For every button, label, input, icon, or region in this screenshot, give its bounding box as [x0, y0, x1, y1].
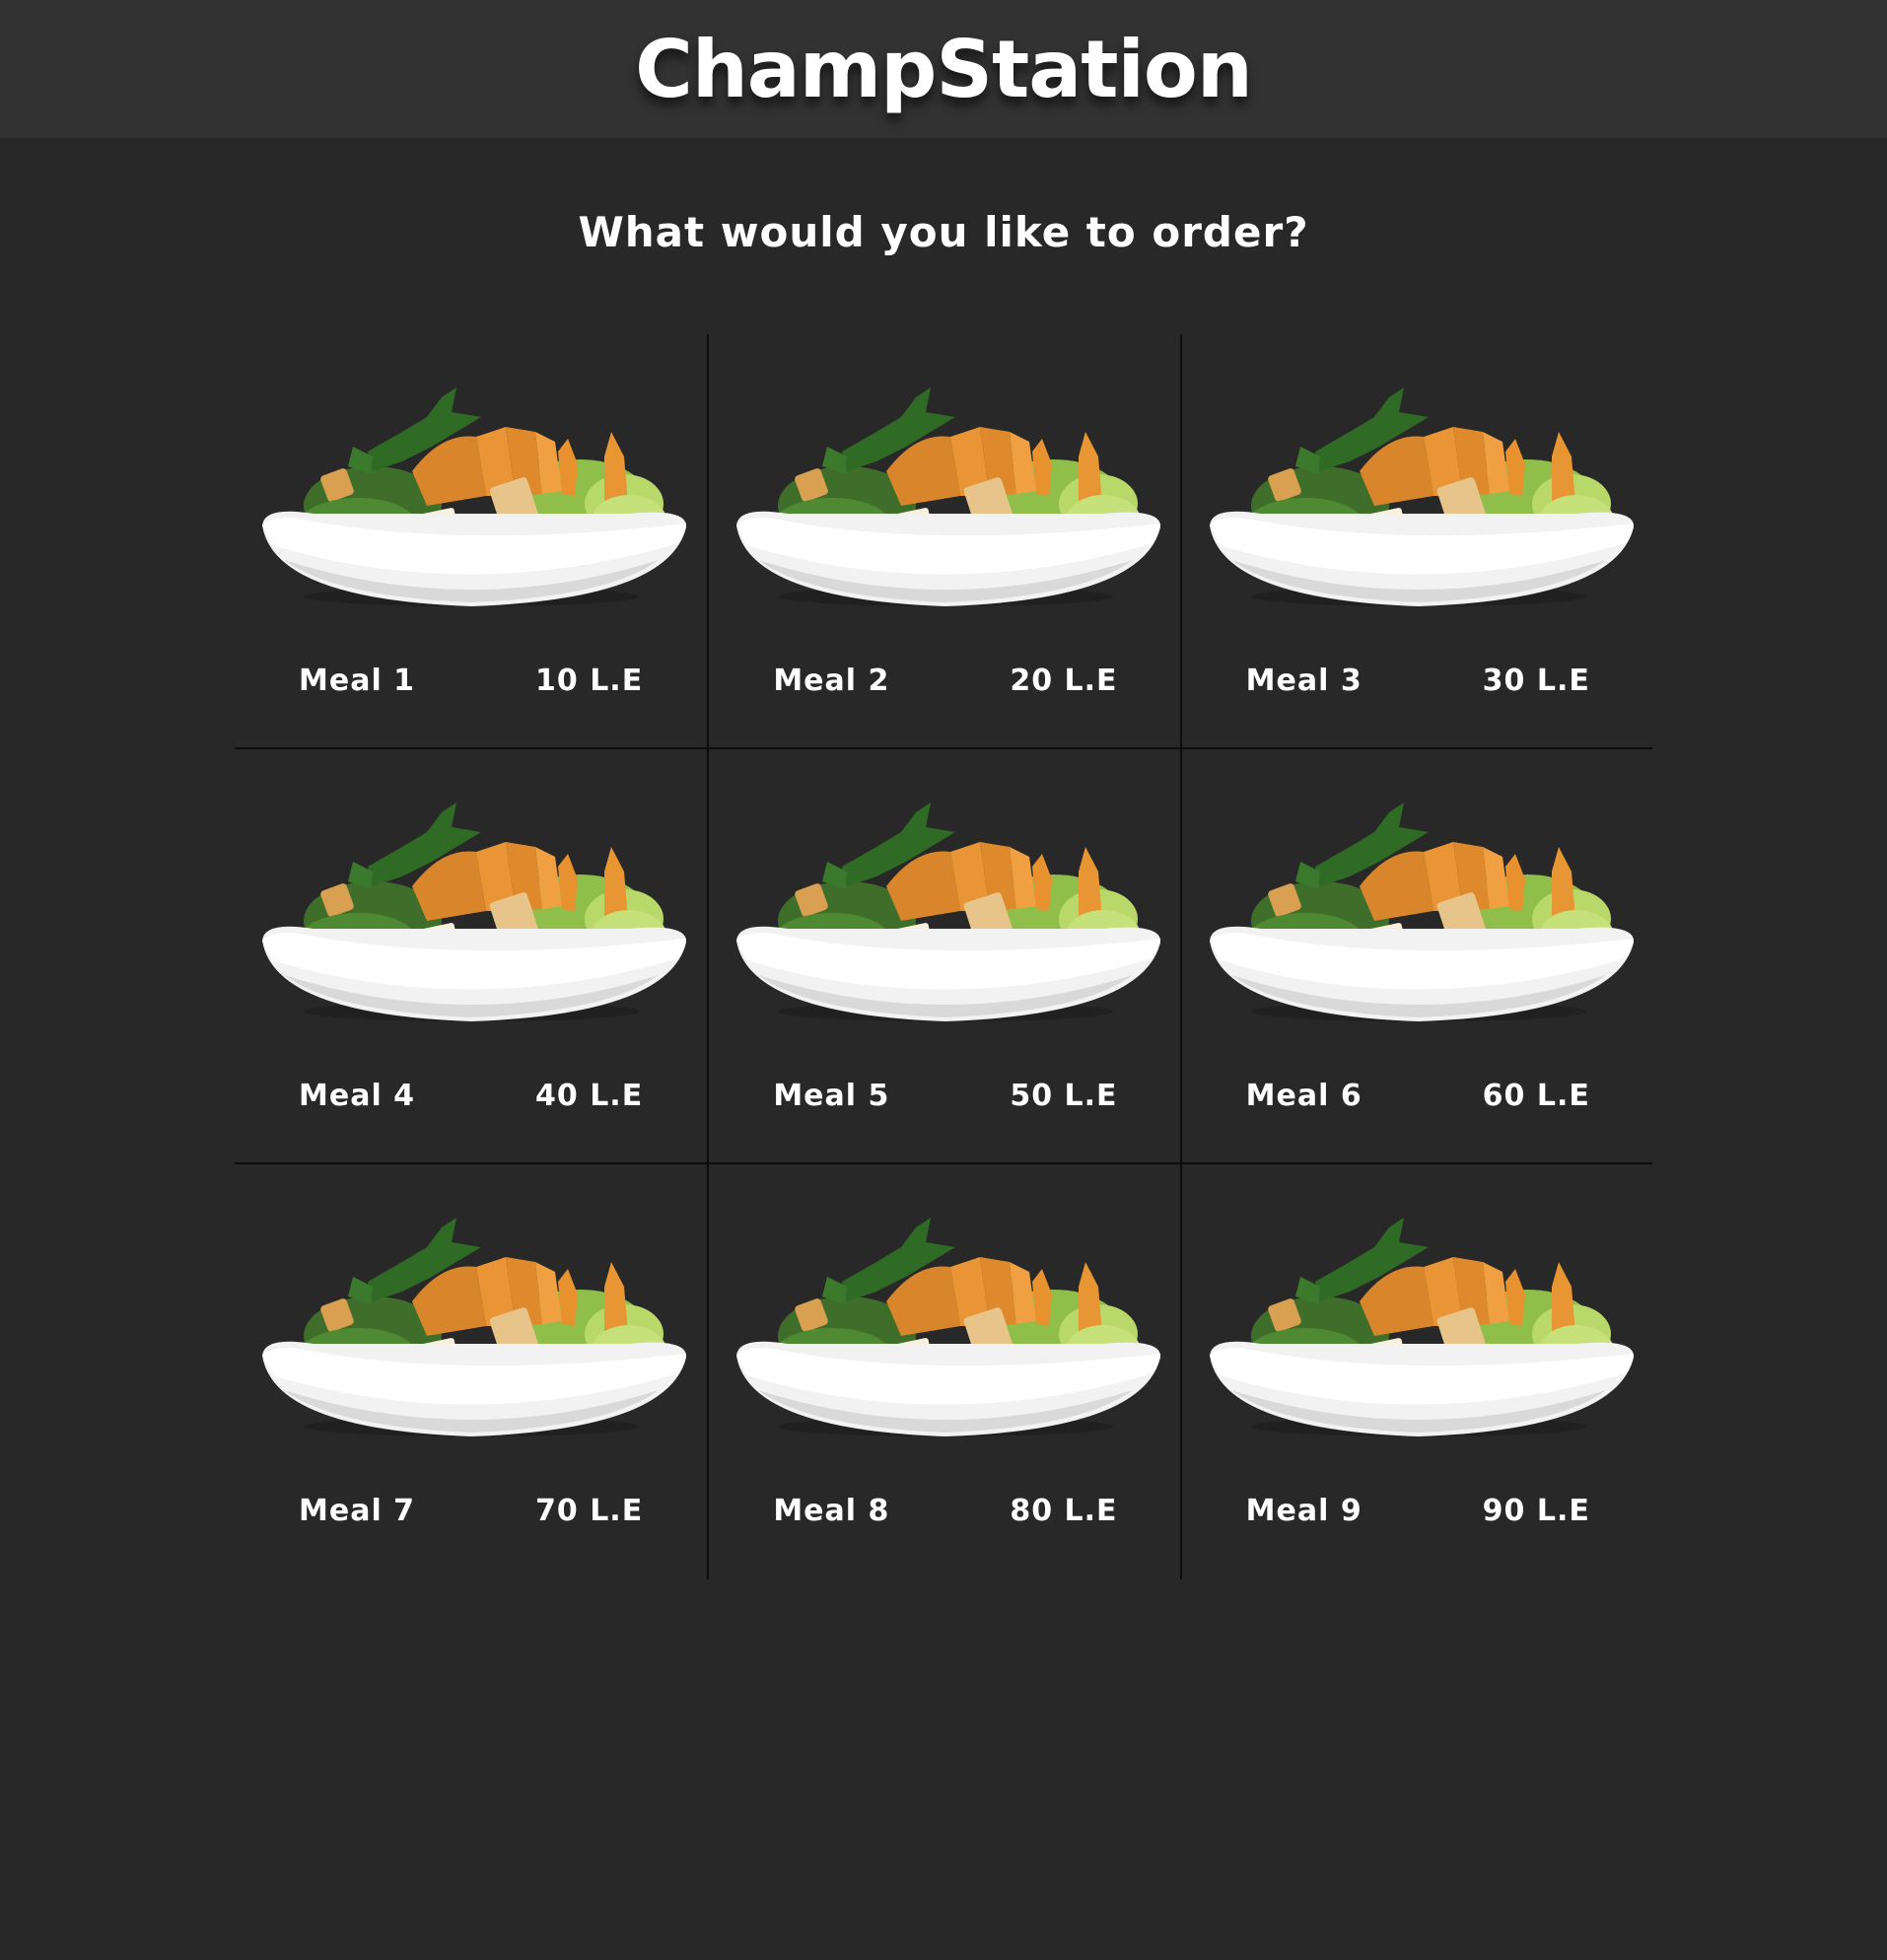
- meal-price: 90 L.E: [1482, 1494, 1590, 1528]
- meal-card[interactable]: Meal 9 90 L.E: [1179, 1164, 1652, 1579]
- meal-card[interactable]: Meal 8 80 L.E: [707, 1164, 1179, 1579]
- meal-card[interactable]: Meal 1 10 L.E: [235, 334, 708, 749]
- meal-price: 40 L.E: [535, 1079, 644, 1113]
- meal-price: 80 L.E: [1010, 1494, 1118, 1528]
- salad-bowl-image: [729, 793, 1160, 1029]
- meal-name: Meal 1: [299, 664, 416, 698]
- meal-name: Meal 6: [1245, 1079, 1363, 1113]
- order-prompt: What would you like to order?: [578, 208, 1309, 256]
- salad-bowl-image: [1202, 793, 1634, 1029]
- meal-price: 20 L.E: [1010, 664, 1118, 698]
- meal-name: Meal 2: [773, 664, 890, 698]
- salad-bowl-image: [729, 378, 1160, 614]
- meal-price: 10 L.E: [535, 664, 644, 698]
- meal-card[interactable]: Meal 6 60 L.E: [1179, 749, 1652, 1164]
- meal-card[interactable]: Meal 2 20 L.E: [707, 334, 1180, 749]
- meal-price: 50 L.E: [1010, 1079, 1118, 1113]
- salad-bowl-image: [1202, 378, 1634, 614]
- meal-card[interactable]: Meal 4 40 L.E: [235, 749, 708, 1164]
- meal-name: Meal 8: [773, 1494, 890, 1528]
- meal-name: Meal 3: [1245, 664, 1363, 698]
- salad-bowl-image: [254, 378, 686, 614]
- meal-name: Meal 5: [773, 1079, 890, 1113]
- salad-bowl-image: [254, 793, 686, 1029]
- meal-grid: Meal 1 10 L.E Meal 2 20 L.E Meal 3 30 L.…: [235, 334, 1652, 1579]
- meal-name: Meal 9: [1245, 1494, 1363, 1528]
- meal-name: Meal 7: [299, 1494, 416, 1528]
- salad-bowl-image: [1202, 1208, 1634, 1444]
- site-title: ChampStation: [635, 23, 1253, 115]
- meal-price: 30 L.E: [1482, 664, 1590, 698]
- meal-price: 70 L.E: [535, 1494, 644, 1528]
- meal-card[interactable]: Meal 5 50 L.E: [707, 749, 1180, 1164]
- meal-price: 60 L.E: [1482, 1079, 1590, 1113]
- salad-bowl-image: [254, 1208, 686, 1444]
- salad-bowl-image: [729, 1208, 1160, 1444]
- meal-card[interactable]: Meal 7 70 L.E: [235, 1164, 707, 1579]
- top-header: ChampStation: [0, 0, 1887, 138]
- meal-name: Meal 4: [299, 1079, 416, 1113]
- meal-card[interactable]: Meal 3 30 L.E: [1179, 334, 1652, 749]
